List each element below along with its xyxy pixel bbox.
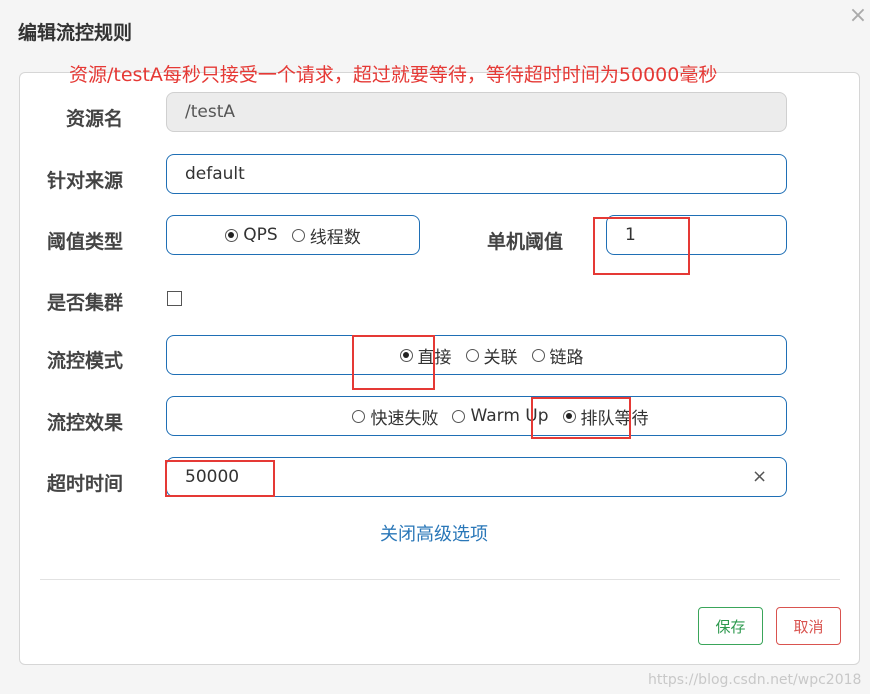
radio-checked-icon xyxy=(225,228,239,242)
flow-effect-fail-fast[interactable]: 快速失败 xyxy=(352,404,438,429)
radio-unchecked-icon xyxy=(291,228,305,242)
cluster-checkbox[interactable] xyxy=(167,291,182,306)
dialog-title: 编辑流控规则 xyxy=(18,22,133,44)
flow-effect-warm-up[interactable]: Warm Up xyxy=(452,406,549,426)
single-threshold-label: 单机阈值 xyxy=(487,231,564,253)
radio-checked-icon xyxy=(399,348,413,362)
resource-input: /testA xyxy=(166,92,787,132)
advanced-options-link[interactable]: 关闭高级选项 xyxy=(380,520,488,546)
single-threshold-input[interactable]: 1 xyxy=(606,215,787,255)
threshold-type-threads[interactable]: 线程数 xyxy=(291,223,361,248)
timeout-input[interactable]: 50000 xyxy=(166,457,787,497)
timeout-label: 超时时间 xyxy=(47,473,124,495)
close-icon[interactable]: × xyxy=(846,4,870,28)
radio-unchecked-icon xyxy=(352,409,366,423)
flow-effect-group: 快速失败 Warm Up 排队等待 xyxy=(166,396,787,436)
single-threshold-value: 1 xyxy=(625,225,636,245)
radio-unchecked-icon xyxy=(531,348,545,362)
origin-label: 针对来源 xyxy=(47,170,124,192)
flow-mode-group: 直接 关联 链路 xyxy=(166,335,787,375)
origin-input[interactable]: default xyxy=(166,154,787,194)
radio-unchecked-icon xyxy=(452,409,466,423)
clear-icon[interactable]: × xyxy=(752,466,767,487)
flow-effect-fail-fast-label: 快速失败 xyxy=(370,408,439,429)
flow-mode-label: 流控模式 xyxy=(47,350,124,372)
resource-value: /testA xyxy=(185,102,236,122)
flow-effect-label: 流控效果 xyxy=(47,412,124,434)
flow-effect-queue-label: 排队等待 xyxy=(580,408,649,429)
footer-divider xyxy=(40,579,840,580)
threshold-type-qps[interactable]: QPS xyxy=(225,225,278,245)
threshold-type-label: 阈值类型 xyxy=(47,231,124,253)
threshold-type-threads-label: 线程数 xyxy=(309,227,361,248)
cluster-label: 是否集群 xyxy=(47,292,124,314)
threshold-type-qps-label: QPS xyxy=(243,225,278,245)
flow-mode-associate-label: 关联 xyxy=(483,347,518,368)
flow-mode-associate[interactable]: 关联 xyxy=(465,343,518,368)
flow-mode-direct[interactable]: 直接 xyxy=(399,343,452,368)
save-button[interactable]: 保存 xyxy=(698,607,763,645)
cancel-button[interactable]: 取消 xyxy=(776,607,841,645)
watermark: https://blog.csdn.net/wpc2018 xyxy=(648,672,862,688)
origin-value: default xyxy=(185,164,245,184)
flow-mode-direct-label: 直接 xyxy=(417,347,452,368)
flow-mode-chain[interactable]: 链路 xyxy=(531,343,584,368)
flow-effect-queue[interactable]: 排队等待 xyxy=(562,404,649,429)
flow-mode-chain-label: 链路 xyxy=(549,347,584,368)
resource-label: 资源名 xyxy=(66,108,124,130)
annotation-text: 资源/testA每秒只接受一个请求，超过就要等待，等待超时时间为50000毫秒 xyxy=(69,64,718,86)
flow-effect-warm-up-label: Warm Up xyxy=(470,406,549,426)
radio-checked-icon xyxy=(562,409,576,423)
timeout-value: 50000 xyxy=(185,467,240,487)
radio-unchecked-icon xyxy=(465,348,479,362)
threshold-type-group: QPS 线程数 xyxy=(166,215,420,255)
